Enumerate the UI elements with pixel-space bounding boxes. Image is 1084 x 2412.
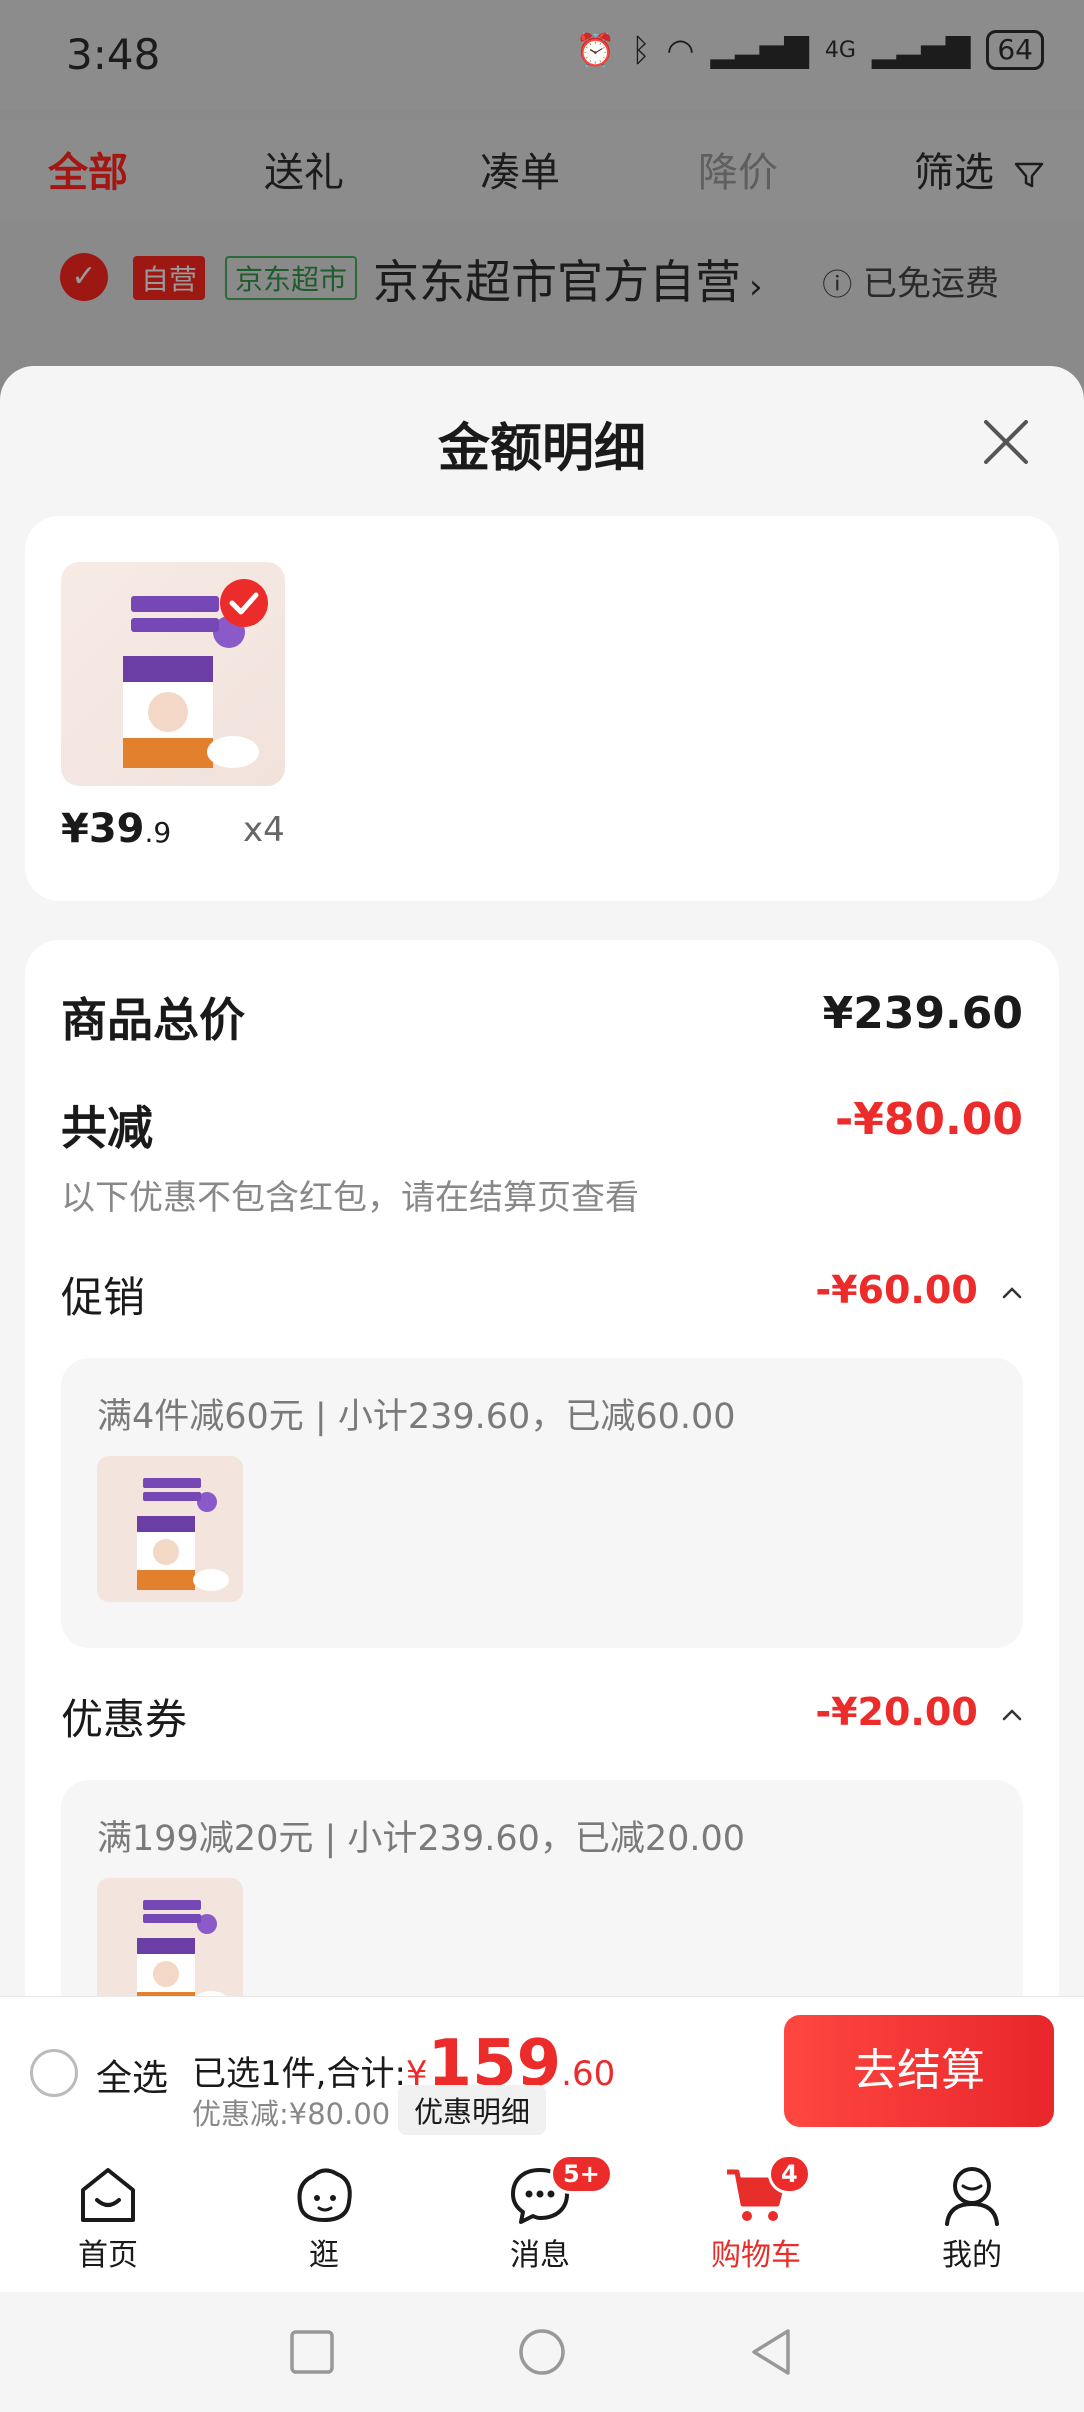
- tab-all[interactable]: 全部: [48, 140, 128, 198]
- promotion-amount: -¥60.00: [815, 1268, 978, 1312]
- selected-prefix: 已选1件,合计:: [192, 2054, 406, 2094]
- close-icon[interactable]: [978, 414, 1034, 470]
- battery-icon: 64: [986, 30, 1044, 70]
- system-nav-bar: [0, 2292, 1084, 2412]
- red-packet-hint: 以下优惠不包含红包，请在结算页查看: [61, 1178, 639, 1218]
- filter-tabs: 全部 送礼 凑单 降价 筛选: [0, 120, 1084, 220]
- select-all-label[interactable]: 全选: [96, 2049, 168, 2101]
- product-image: [97, 1878, 243, 1996]
- tab-price-drop[interactable]: 降价: [698, 140, 778, 198]
- product-price-int: ¥39: [61, 806, 145, 852]
- total-reduce-label: 共减: [61, 1101, 153, 1155]
- coupon-box: 满199减20元 | 小计239.60，已减20.00: [61, 1780, 1023, 1996]
- tab-combine[interactable]: 凑单: [480, 140, 560, 198]
- shipping-note-text: 已免运费: [863, 264, 999, 304]
- recent-apps-icon[interactable]: [289, 2329, 335, 2375]
- product-price-dec: .9: [144, 816, 172, 849]
- nav-cart[interactable]: 4 购物车: [676, 2154, 836, 2274]
- cart-badge: 4: [768, 2154, 811, 2194]
- browse-icon: [297, 2168, 352, 2222]
- product-price: ¥39.9: [61, 806, 171, 852]
- bottom-nav: 首页 逛 5+ 消息 4 购物车 我的: [0, 2142, 1084, 2292]
- self-operated-tag: 自营: [133, 256, 206, 300]
- promotion-box: 满4件减60元 | 小计239.60，已减60.00: [61, 1358, 1023, 1648]
- total-price-value: ¥239.60: [822, 988, 1023, 1039]
- chevron-up-icon: [1002, 1286, 1022, 1298]
- nav-messages-label: 消息: [510, 2238, 570, 2273]
- back-icon[interactable]: [748, 2327, 794, 2377]
- tab-filter-label: 筛选: [914, 150, 994, 196]
- bluetooth-icon: ᛒ: [631, 31, 651, 69]
- check-badge-icon: [220, 579, 268, 627]
- home-button-icon[interactable]: [517, 2327, 567, 2377]
- coupon-product-thumb[interactable]: [97, 1878, 243, 1996]
- product-card: ¥39.9 x4: [25, 516, 1059, 901]
- chevron-right-icon: ›: [749, 267, 763, 307]
- profile-icon: [945, 2167, 999, 2226]
- checkout-bar: 全选 已选1件,合计:¥159.60 优惠减:¥80.00 优惠明细 去结算: [0, 1996, 1084, 2142]
- nav-me[interactable]: 我的: [892, 2162, 1052, 2274]
- alarm-icon: ⏰: [575, 31, 616, 69]
- discount-detail-button[interactable]: 优惠明细: [398, 2085, 547, 2135]
- nav-home[interactable]: 首页: [28, 2162, 188, 2274]
- nav-browse-label: 逛: [309, 2238, 339, 2273]
- discount-summary: 优惠减:¥80.00: [192, 2097, 391, 2131]
- coupon-label: 优惠券: [61, 1695, 188, 1744]
- promotion-value[interactable]: -¥60.00: [815, 1268, 1023, 1312]
- store-name[interactable]: 京东超市官方自营 ›: [373, 246, 763, 312]
- signal-icon-2: ▂▃▅▇: [871, 31, 971, 69]
- status-icons: ⏰ ᛒ ◠ ▂▃▅▇ 4G ▂▃▅▇ 64: [575, 30, 1044, 70]
- jd-supermarket-tag: 京东超市: [225, 256, 358, 300]
- store-name-text: 京东超市官方自营: [373, 255, 741, 309]
- coupon-amount: -¥20.00: [815, 1690, 978, 1734]
- product-quantity: x4: [243, 810, 285, 850]
- select-all-radio[interactable]: [30, 2049, 78, 2097]
- store-row: ✓ 自营 京东超市 京东超市官方自营 › ⓘ 已免运费: [25, 228, 1059, 368]
- tab-filter[interactable]: 筛选: [914, 140, 1045, 198]
- nav-browse[interactable]: 逛: [244, 2162, 404, 2274]
- tab-gift[interactable]: 送礼: [264, 140, 344, 198]
- promotion-label: 促销: [61, 1273, 146, 1322]
- wifi-icon: ◠: [666, 31, 695, 69]
- status-bar: 3:48 ⏰ ᛒ ◠ ▂▃▅▇ 4G ▂▃▅▇ 64: [0, 0, 1084, 110]
- product-thumbnail[interactable]: [61, 562, 285, 786]
- nav-cart-label: 购物车: [711, 2238, 801, 2273]
- total-price-label: 商品总价: [61, 993, 245, 1047]
- filter-icon: [1014, 162, 1043, 188]
- messages-badge: 5+: [550, 2154, 613, 2194]
- nav-home-label: 首页: [78, 2238, 138, 2273]
- nav-messages[interactable]: 5+ 消息: [460, 2154, 620, 2274]
- shipping-note: ⓘ 已免运费: [822, 256, 999, 305]
- checkout-button[interactable]: 去结算: [784, 2015, 1054, 2127]
- info-icon: ⓘ: [822, 268, 853, 303]
- promotion-detail: 满4件减60元 | 小计239.60，已减60.00: [97, 1397, 736, 1437]
- total-reduce-value: -¥80.00: [834, 1094, 1023, 1145]
- amount-detail-sheet: 金额明细 ¥39.9 x4 商品总价 ¥239.60 共减 -¥80.00 以下…: [0, 366, 1084, 1996]
- total-decimal: .60: [561, 2054, 616, 2094]
- coupon-value[interactable]: -¥20.00: [815, 1690, 1023, 1734]
- nav-me-label: 我的: [942, 2238, 1002, 2273]
- promotion-product-thumb[interactable]: [97, 1456, 243, 1602]
- home-icon: [81, 2168, 135, 2222]
- network-type: 4G: [824, 37, 856, 63]
- product-image: [97, 1456, 243, 1602]
- status-time: 3:48: [66, 30, 161, 79]
- amount-detail-card: 商品总价 ¥239.60 共减 -¥80.00 以下优惠不包含红包，请在结算页查…: [25, 940, 1059, 1996]
- chevron-up-icon: [1002, 1708, 1022, 1720]
- signal-icon: ▂▃▅▇: [710, 31, 809, 69]
- coupon-detail: 满199减20元 | 小计239.60，已减20.00: [97, 1819, 746, 1859]
- sheet-title: 金额明细: [437, 419, 646, 479]
- store-check-icon[interactable]: ✓: [60, 253, 108, 301]
